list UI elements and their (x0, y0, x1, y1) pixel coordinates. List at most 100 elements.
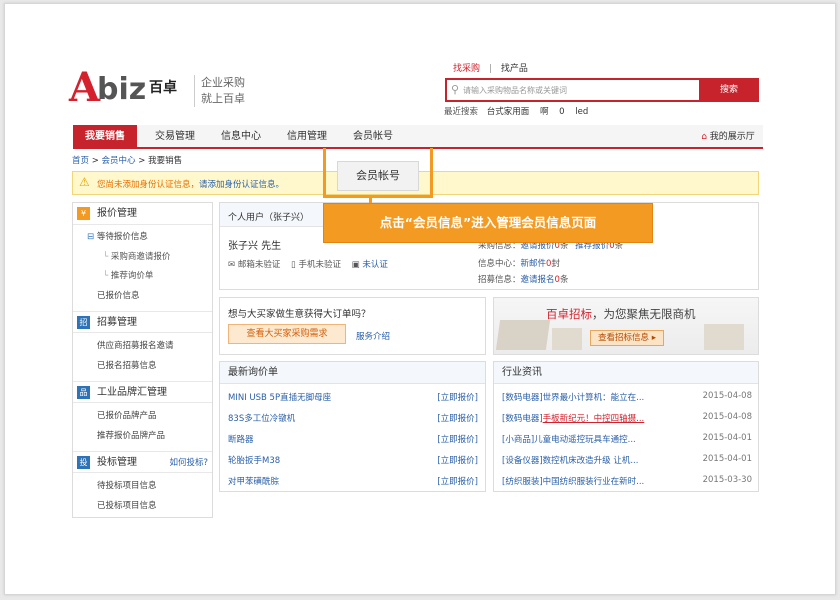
news-category[interactable]: [数码电器] (502, 414, 543, 424)
list-item[interactable]: [小商品]儿童电动遥控玩具车通控... 2015-04-01 (502, 433, 752, 445)
list-item[interactable]: [纺织服装]中国纺织服装行业在新时... 2015-03-30 (502, 475, 752, 487)
unit: 封 (551, 259, 560, 269)
breadcrumb-home[interactable]: 首页 (72, 156, 89, 166)
logo-letter-a: A (69, 64, 100, 111)
account-menu-highlight[interactable]: 会员帐号 (337, 161, 419, 191)
tree-branch-icon: └ (103, 251, 109, 262)
inquiry-name[interactable]: 对甲苯磺酰腙 (228, 477, 279, 487)
tree-branch-icon: └ (103, 271, 109, 281)
search-input[interactable]: ⚲ 请输入采购物品名称或关键词 (445, 78, 699, 102)
news-category[interactable]: [小商品] (502, 435, 534, 445)
auth-status[interactable]: 未认证 (362, 260, 388, 270)
id-card-icon: ▣ (351, 260, 360, 270)
breadcrumb-member-center[interactable]: 会员中心 (102, 156, 136, 166)
promo-question: 想与大买家做生意获得大订单吗？ (228, 309, 371, 320)
email-status[interactable]: 邮箱未验证 (238, 260, 281, 270)
unit: 条 (559, 275, 569, 285)
sidebar-item-recruit-invite[interactable]: 供应商招募报名邀请 (73, 337, 212, 357)
slogan-line2: 就上百卓 (201, 92, 245, 105)
bidding-banner[interactable]: 百卓招标，为您聚焦无限商机 查看招标信息 ▸ (493, 297, 759, 355)
sidebar-item-waiting-quote[interactable]: ⊟ 等待报价信息 (73, 228, 212, 248)
news-headline[interactable]: 手板新纪元！中控四轴摄... (543, 414, 645, 424)
table-row[interactable]: MINI USB 5P直插无脚母座 [立即报价] (228, 391, 478, 403)
slogan: 企业采购 就上百卓 (194, 75, 245, 107)
quote-now-button[interactable]: [立即报价] (437, 412, 478, 424)
nav-account[interactable]: 会员帐号 (341, 125, 405, 149)
mail-icon: ✉ (228, 260, 236, 270)
top-links-separator: | (488, 64, 492, 74)
service-intro-link[interactable]: 服务介绍 (356, 330, 390, 342)
inquiry-name[interactable]: 断路器 (228, 435, 254, 445)
sidebar-item-brand-recommended[interactable]: 推荐报价品牌产品 (73, 427, 212, 447)
verification-status: ✉ 邮箱未验证 ▯ 手机未验证 ▣ 未认证 (228, 258, 388, 270)
phone-icon: ▯ (291, 260, 296, 270)
sidebar-item-recommended[interactable]: └ 推荐询价单 (73, 267, 212, 287)
quote-now-button[interactable]: [立即报价] (437, 475, 478, 487)
sidebar-section-quote[interactable]: ¥ 报价管理 (73, 203, 212, 225)
view-bidding-button[interactable]: 查看招标信息 ▸ (590, 330, 664, 346)
sell-link[interactable]: 找产品 (501, 64, 528, 74)
news-date: 2015-04-01 (702, 454, 752, 464)
sidebar-item-recruit-joined[interactable]: 已报名招募信息 (73, 357, 212, 377)
alert-add-auth-link[interactable]: 请添加身份认证信息。 (199, 180, 284, 190)
inquiry-name[interactable]: MINI USB 5P直插无脚母座 (228, 393, 331, 403)
list-item[interactable]: [数码电器]世界最小计算机：能立在... 2015-04-08 (502, 391, 752, 403)
quote-now-button[interactable]: [立即报价] (437, 454, 478, 466)
table-row[interactable]: 断路器 [立即报价] (228, 433, 478, 445)
sidebar-item-invited-quote[interactable]: └ 采购商邀请报价 (73, 248, 212, 268)
inquiry-name[interactable]: 83S多工位冷镦机 (228, 414, 295, 424)
sidebar-section-brand[interactable]: 品 工业品牌汇管理 (73, 381, 212, 403)
news-headline[interactable]: 儿童电动遥控玩具车通控... (534, 435, 636, 445)
nav-showroom[interactable]: ⌂ 我的展示厅 (693, 125, 763, 149)
search-button[interactable]: 搜索 (699, 78, 759, 102)
recent-term[interactable]: 啊 (540, 107, 549, 117)
recent-term[interactable]: 台式家用面 (487, 107, 530, 117)
phone-status[interactable]: 手机未验证 (298, 260, 341, 270)
news-category[interactable]: [数码电器] (502, 393, 543, 403)
news-category[interactable]: [纺织服装] (502, 477, 543, 487)
view-buyer-demand-button[interactable]: 查看大买家采购需求 (228, 324, 346, 344)
breadcrumb-current: 我要销售 (148, 156, 183, 166)
table-row[interactable]: 83S多工位冷镦机 [立即报价] (228, 412, 478, 424)
list-item[interactable]: [数码电器]手板新纪元！中控四轴摄... 2015-04-08 (502, 412, 752, 424)
nav-sell[interactable]: 我要销售 (73, 125, 137, 149)
user-type: 个人用户（张子兴） (228, 213, 310, 223)
list-item[interactable]: [设备仪器]数控机床改造升级 让机... 2015-04-01 (502, 454, 752, 466)
yen-icon: ¥ (77, 207, 90, 220)
top-links: 找采购 | 找产品 (453, 61, 528, 74)
sidebar-item-bid-done[interactable]: 已投标项目信息 (73, 497, 212, 517)
sidebar-item-quoted[interactable]: 已报价信息 (73, 287, 212, 307)
abiz-logo[interactable]: A biz 百卓 (69, 68, 189, 112)
collapse-icon: ⊟ (87, 232, 95, 242)
sidebar-section-recruit[interactable]: 招 招募管理 (73, 311, 212, 333)
recent-term[interactable]: led (575, 107, 588, 117)
nav-info-center[interactable]: 信息中心 (209, 125, 273, 149)
table-row[interactable]: 对甲苯磺酰腙 [立即报价] (228, 475, 478, 487)
breadcrumb: 首页 > 会员中心 > 我要销售 (72, 154, 182, 166)
new-mail-link[interactable]: 新邮件 (521, 259, 547, 269)
breadcrumb-separator: > (91, 156, 99, 166)
news-date: 2015-04-08 (702, 412, 752, 422)
bid-icon: 投 (77, 456, 90, 469)
recruit-icon: 招 (77, 316, 90, 329)
alert-message: 您尚未添加身份认证信息， (97, 180, 200, 190)
sidebar-item-brand-quoted[interactable]: 已报价品牌产品 (73, 407, 212, 427)
invite-signup-link[interactable]: 邀请报名 (521, 275, 555, 285)
news-headline[interactable]: 中国纺织服装行业在新时... (543, 477, 645, 487)
recent-term[interactable]: 0 (559, 107, 564, 117)
table-row[interactable]: 轮胎扳手M38 [立即报价] (228, 454, 478, 466)
nav-trade[interactable]: 交易管理 (143, 125, 207, 149)
news-headline[interactable]: 世界最小计算机：能立在... (543, 393, 645, 403)
inquiry-name[interactable]: 轮胎扳手M38 (228, 456, 280, 466)
quote-now-button[interactable]: [立即报价] (437, 433, 478, 445)
sidebar-section-bid[interactable]: 投 投标管理 如何投标? (73, 451, 212, 473)
news-headline[interactable]: 数控机床改造升级 让机... (543, 456, 639, 466)
how-to-bid-link[interactable]: 如何投标? (169, 452, 208, 474)
search-placeholder: 请输入采购物品名称或关键词 (463, 86, 567, 95)
news-category[interactable]: [设备仪器] (502, 456, 543, 466)
quote-now-button[interactable]: [立即报价] (437, 391, 478, 403)
buy-link[interactable]: 找采购 (453, 64, 480, 74)
arrow-right-icon: ▸ (651, 333, 656, 343)
nav-credit[interactable]: 信用管理 (275, 125, 339, 149)
sidebar-item-bid-pending[interactable]: 待投标项目信息 (73, 477, 212, 497)
